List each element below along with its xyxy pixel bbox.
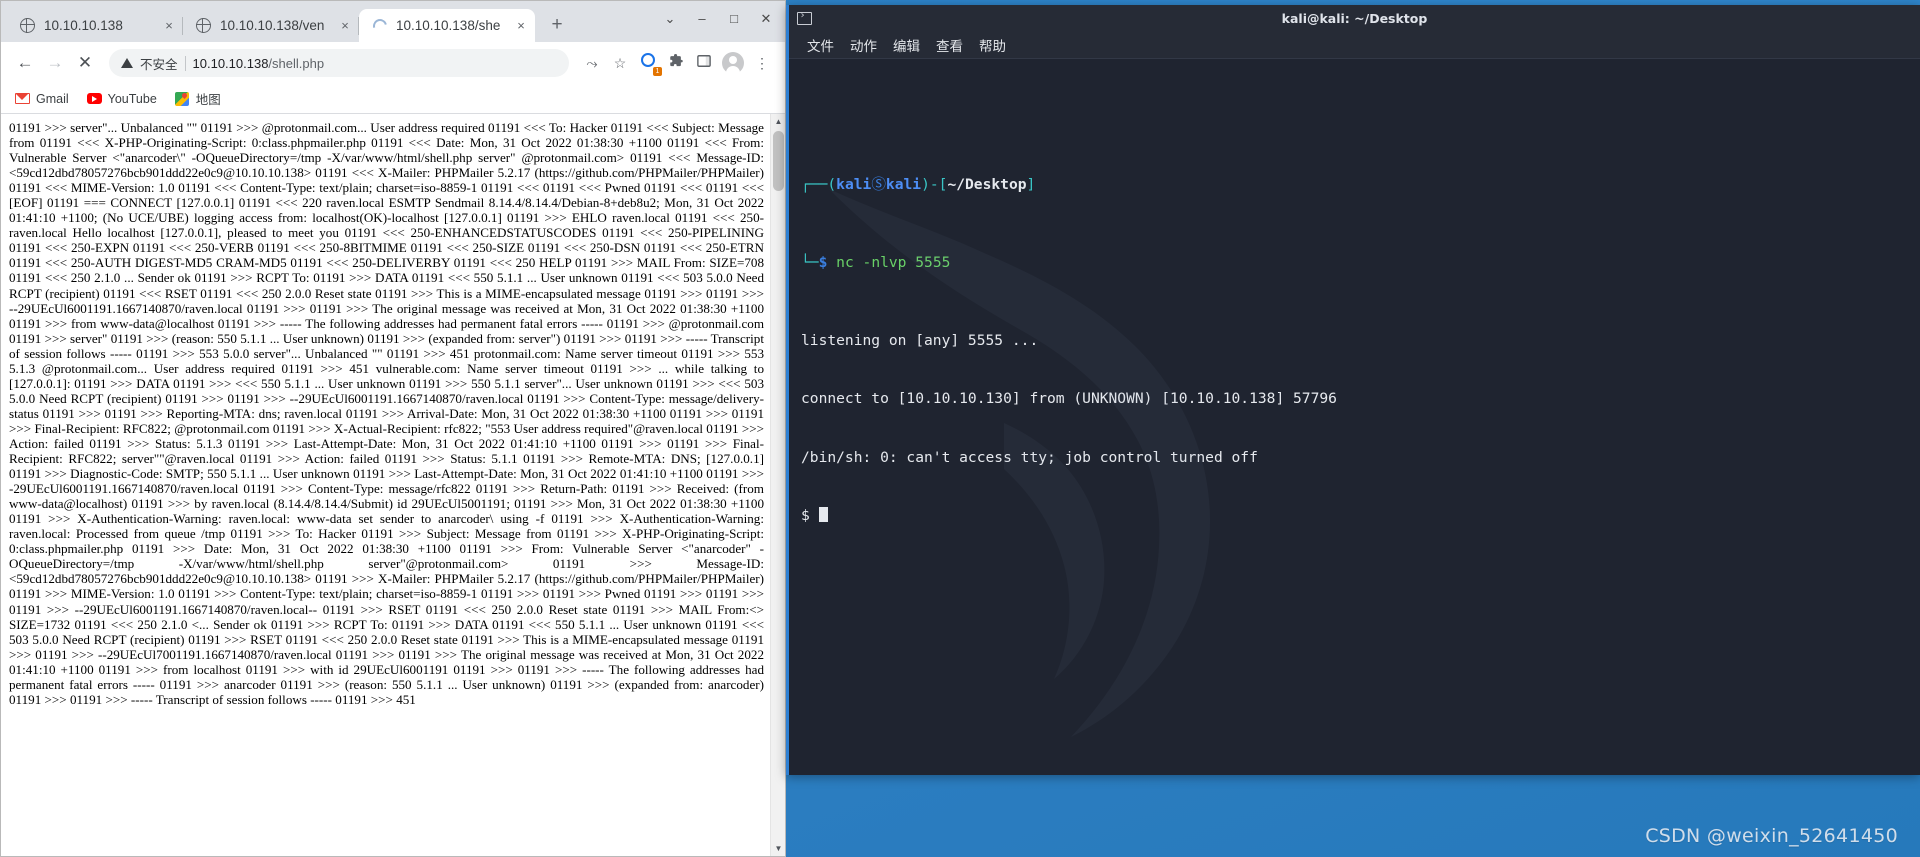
globe-icon bbox=[195, 17, 212, 34]
terminal-title: kali@kali: ~/Desktop bbox=[1281, 10, 1428, 26]
tab-close-icon[interactable]: × bbox=[337, 18, 353, 34]
loading-spinner-icon bbox=[369, 15, 390, 36]
omnibox-divider bbox=[184, 55, 186, 71]
terminal-shell-prompt-line: $ bbox=[801, 506, 1906, 526]
google-maps-icon bbox=[175, 91, 190, 106]
minimize-button[interactable]: – bbox=[687, 5, 717, 33]
chrome-menu-icon[interactable]: ⋮ bbox=[749, 50, 775, 76]
terminal-output-line-1: listening on [any] 5555 ... bbox=[801, 331, 1039, 349]
menu-item-help[interactable]: 帮助 bbox=[979, 35, 1006, 55]
bookmark-gmail[interactable]: Gmail bbox=[15, 91, 69, 106]
csdn-watermark: CSDN @weixin_52641450 bbox=[1645, 825, 1898, 847]
tab-label: 10.10.10.138/she bbox=[396, 18, 501, 33]
terminal-prompt-line: ┌──(kaliⓈkali)-[~/Desktop] bbox=[801, 175, 1036, 193]
menu-item-actions[interactable]: 动作 bbox=[850, 35, 877, 55]
browser-tab-2[interactable]: 10.10.10.138/ven × bbox=[183, 9, 359, 42]
gmail-icon bbox=[15, 91, 30, 106]
terminal-output-line-3: /bin/sh: 0: can't access tty; job contro… bbox=[801, 448, 1258, 466]
stop-loading-button[interactable]: ✕ bbox=[71, 49, 99, 77]
bookmarks-bar: Gmail YouTube 地图 bbox=[1, 84, 785, 114]
tab-strip: 10.10.10.138 × 10.10.10.138/ven × 10.10.… bbox=[1, 1, 785, 42]
url-path: /shell.php bbox=[268, 55, 325, 71]
browser-tab-1[interactable]: 10.10.10.138 × bbox=[7, 9, 183, 42]
profile-avatar[interactable] bbox=[722, 52, 744, 74]
window-controls: ⌄ – □ ✕ bbox=[655, 5, 781, 33]
browser-toolbar: ← → ✕ 不安全 10.10.10.138/shell.php ⤳ ☆ 1 ⋮ bbox=[1, 42, 785, 84]
terminal-output-area[interactable]: ┌──(kaliⓈkali)-[~/Desktop] └─$ nc -nlvp … bbox=[789, 59, 1920, 775]
forward-button[interactable]: → bbox=[41, 49, 69, 77]
shell-prompt: $ bbox=[801, 507, 810, 524]
page-scrollbar[interactable]: ▲ ▼ bbox=[770, 114, 785, 856]
chrome-browser-window: 10.10.10.138 × 10.10.10.138/ven × 10.10.… bbox=[0, 0, 786, 857]
extension-badge: 1 bbox=[653, 67, 662, 76]
desktop: 10.10.10.138 × 10.10.10.138/ven × 10.10.… bbox=[0, 0, 1920, 857]
bookmark-star-icon[interactable]: ☆ bbox=[607, 50, 633, 76]
prompt-at-icon: Ⓢ bbox=[871, 175, 886, 193]
terminal-output-line-2: connect to [10.10.10.130] from (UNKNOWN)… bbox=[801, 390, 1337, 407]
url-text: 10.10.10.138/shell.php bbox=[193, 56, 325, 71]
page-content-area: 01191 >>> server"... Unbalanced "" 01191… bbox=[1, 114, 785, 856]
scroll-down-arrow-icon[interactable]: ▼ bbox=[771, 841, 785, 856]
share-icon[interactable]: ⤳ bbox=[579, 50, 605, 76]
menu-item-view[interactable]: 查看 bbox=[936, 35, 963, 55]
prompt-branch-top: ┌── bbox=[801, 175, 828, 193]
close-button[interactable]: ✕ bbox=[751, 5, 781, 33]
tab-close-icon[interactable]: × bbox=[513, 18, 529, 34]
not-secure-label: 不安全 bbox=[140, 57, 178, 72]
bookmark-youtube[interactable]: YouTube bbox=[86, 91, 157, 106]
bookmark-label: YouTube bbox=[107, 91, 157, 106]
scrollbar-thumb[interactable] bbox=[773, 131, 784, 191]
menu-item-file[interactable]: 文件 bbox=[807, 35, 834, 55]
prompt-path: ~/Desktop bbox=[947, 175, 1027, 193]
youtube-icon bbox=[86, 91, 102, 106]
not-secure-warning-icon bbox=[121, 58, 133, 68]
scroll-up-arrow-icon[interactable]: ▲ bbox=[771, 114, 785, 129]
kali-terminal-window: kali@kali: ~/Desktop 文件 动作 编辑 查看 帮助 ┌──(… bbox=[786, 5, 1920, 775]
tab-list-icon[interactable]: ⌄ bbox=[655, 5, 685, 33]
bookmark-label: Gmail bbox=[36, 91, 69, 106]
address-bar[interactable]: 不安全 10.10.10.138/shell.php bbox=[109, 49, 569, 77]
prompt-host: kali bbox=[885, 175, 922, 193]
tab-close-icon[interactable]: × bbox=[161, 18, 177, 34]
back-button[interactable]: ← bbox=[11, 49, 39, 77]
side-panel-icon[interactable] bbox=[691, 50, 717, 76]
browser-tab-3-active[interactable]: 10.10.10.138/she × bbox=[359, 9, 535, 42]
terminal-menu-bar: 文件 动作 编辑 查看 帮助 bbox=[789, 31, 1920, 59]
bookmark-label: 地图 bbox=[195, 93, 221, 107]
tab-label: 10.10.10.138/ven bbox=[220, 18, 325, 33]
maximize-button[interactable]: □ bbox=[719, 5, 749, 33]
page-body-text: 01191 >>> server"... Unbalanced "" 01191… bbox=[9, 120, 764, 707]
menu-item-edit[interactable]: 编辑 bbox=[893, 35, 920, 55]
terminal-command: nc -nlvp 5555 bbox=[836, 253, 951, 271]
extension-circle-icon[interactable]: 1 bbox=[635, 50, 662, 76]
terminal-cursor bbox=[818, 507, 828, 522]
prompt-branch-bottom: └─ bbox=[801, 253, 819, 271]
new-tab-button[interactable]: + bbox=[543, 11, 571, 39]
prompt-user: kali bbox=[836, 175, 872, 193]
terminal-command-line: └─$ nc -nlvp 5555 bbox=[801, 253, 1906, 273]
url-host: 10.10.10.138 bbox=[192, 55, 269, 71]
bookmark-maps[interactable]: 地图 bbox=[175, 89, 221, 108]
prompt-dollar: $ bbox=[818, 253, 828, 271]
terminal-title-bar[interactable]: kali@kali: ~/Desktop bbox=[789, 5, 1920, 31]
puzzle-extensions-icon[interactable] bbox=[663, 50, 689, 76]
globe-icon bbox=[19, 17, 36, 34]
tab-label: 10.10.10.138 bbox=[44, 18, 123, 33]
